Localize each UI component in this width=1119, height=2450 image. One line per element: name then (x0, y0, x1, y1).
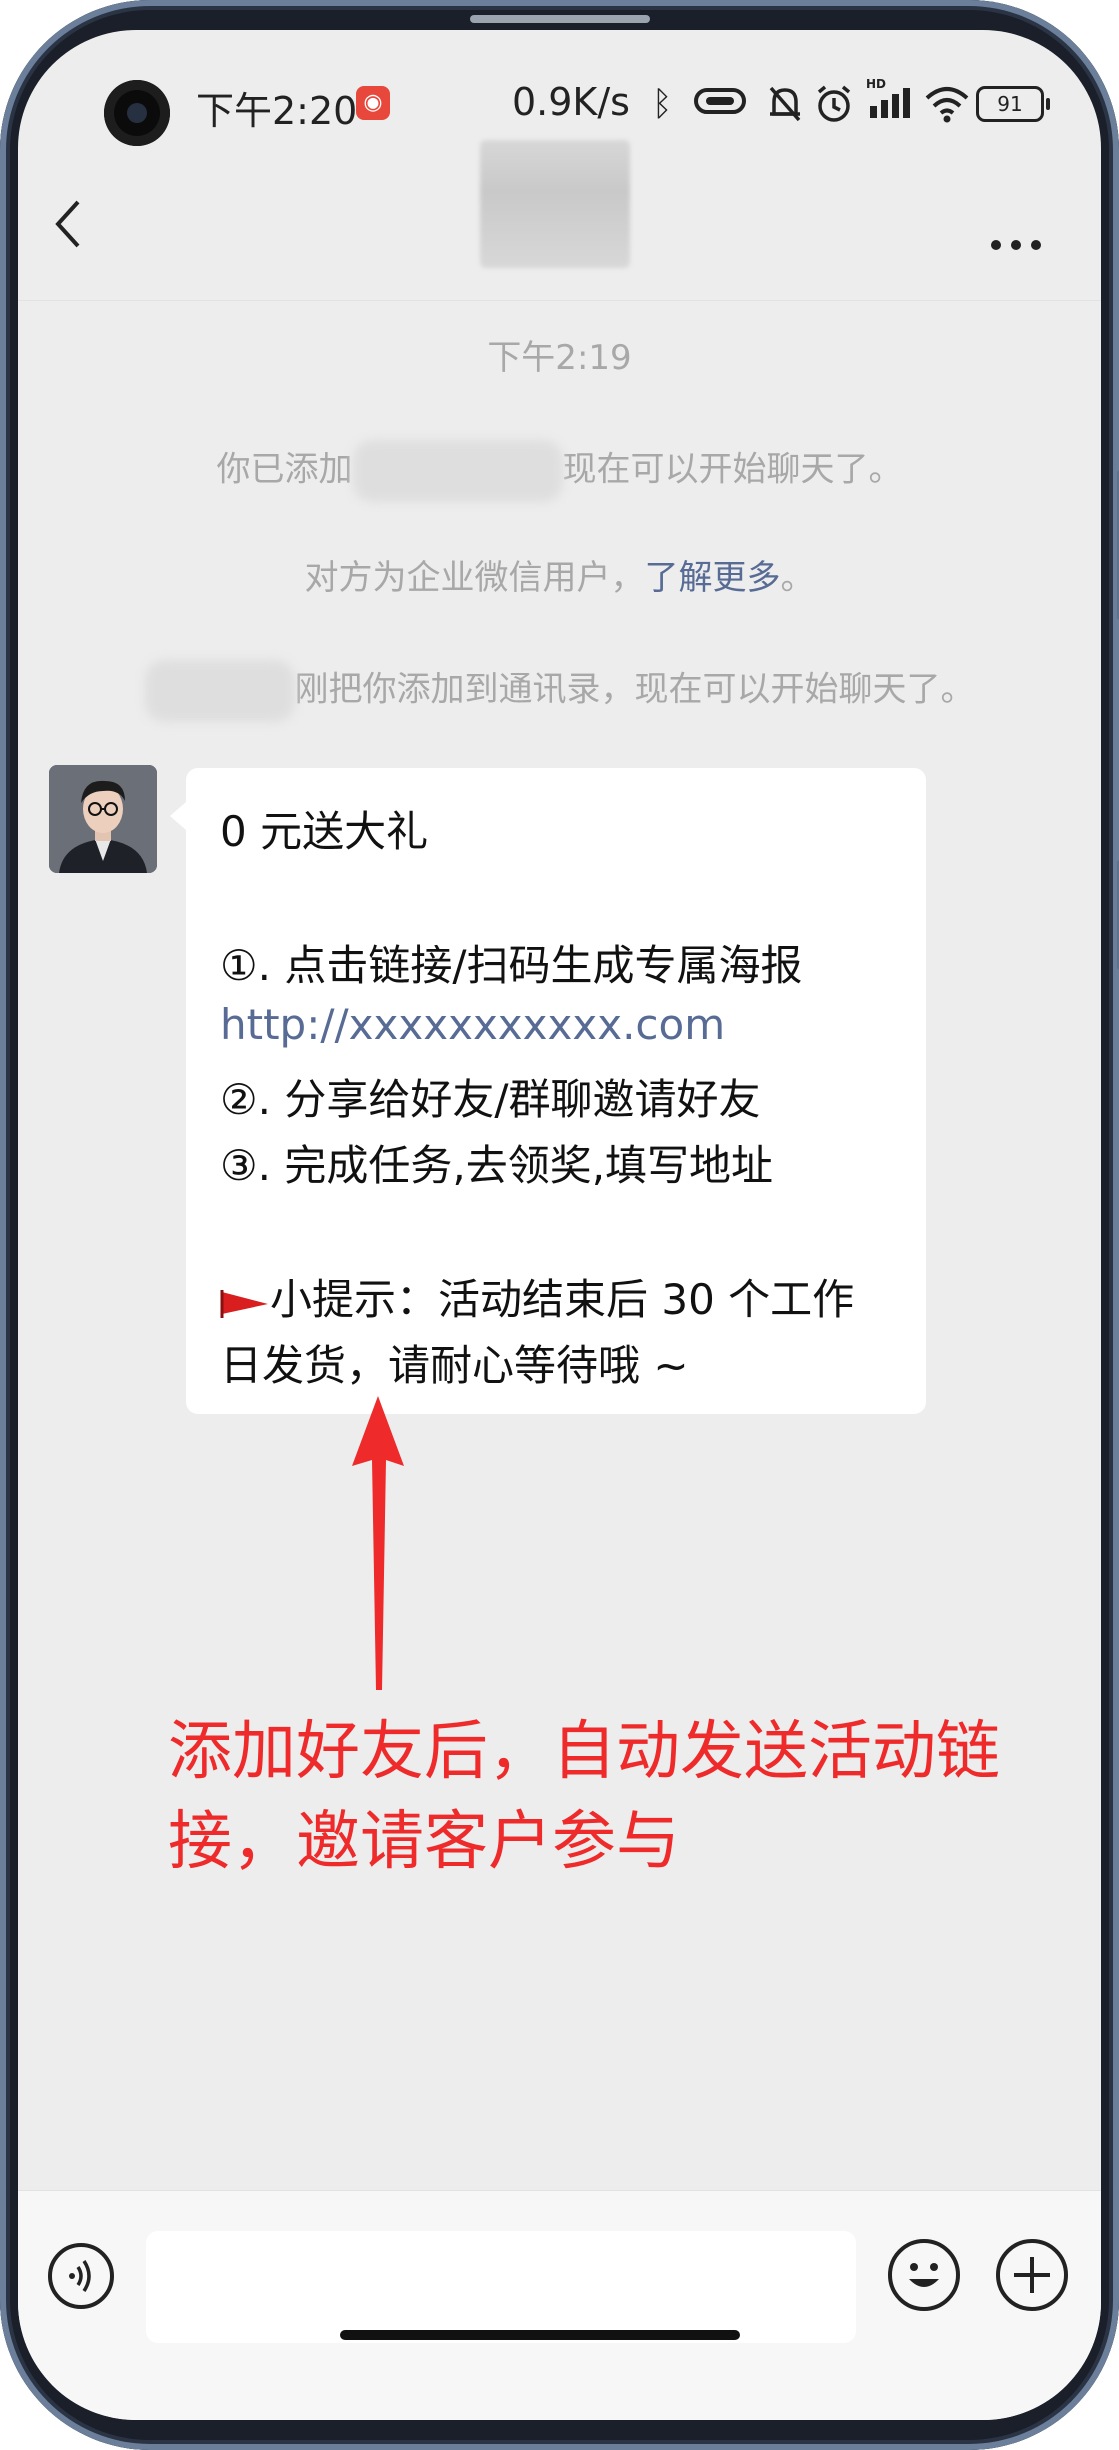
message-line-step3: ③. 完成任务,去领奖,填写地址 (220, 1141, 774, 1190)
message-line-tip-cont: 日发货，请耐心等待哦 ~ (220, 1341, 689, 1390)
input-bar (18, 2190, 1101, 2420)
phone-frame: 下午2:20 ◉ 0.9K/s ᛒ HD 91 下午2:19 你已添加 现在可以… (0, 0, 1119, 2450)
system-message-added: 你已添加 现在可以开始聊天了。 (18, 440, 1101, 502)
status-time: 下午2:20 (196, 89, 358, 133)
chat-title-redacted (480, 140, 630, 268)
add-icon[interactable] (996, 2239, 1068, 2311)
message-line-step1: ①. 点击链接/扫码生成专属海报 (220, 941, 803, 990)
avatar[interactable] (49, 765, 157, 873)
home-indicator (340, 2330, 740, 2340)
message-bubble[interactable]: 0 元送大礼 ①. 点击链接/扫码生成专属海报 http://xxxxxxxxx… (170, 768, 926, 1414)
voice-icon[interactable] (48, 2243, 114, 2309)
speaker-grill (470, 15, 650, 23)
back-icon[interactable] (52, 196, 82, 266)
redacted-name (144, 660, 295, 722)
battery-indicator: 91 (976, 86, 1050, 122)
bluetooth-icon: ᛒ (652, 84, 673, 124)
emoji-icon[interactable] (888, 2239, 960, 2311)
mute-bell-icon (766, 84, 804, 133)
more-icon[interactable] (990, 204, 1042, 264)
screen: 下午2:20 ◉ 0.9K/s ᛒ HD 91 下午2:19 你已添加 现在可以… (18, 30, 1101, 2420)
netease-app-icon: ◉ (356, 86, 390, 120)
redacted-name (352, 440, 563, 502)
alarm-icon (814, 84, 854, 133)
red-flag-icon (220, 1289, 268, 1318)
network-speed: 0.9K/s (512, 80, 630, 124)
signal-icon: HD (866, 76, 918, 131)
message-link[interactable]: http://xxxxxxxxxxx.com (220, 1000, 725, 1049)
message-line-title: 0 元送大礼 (220, 807, 429, 856)
annotation-line2: 接，邀请客户参与 (168, 1805, 680, 1879)
system-message-enterprise: 对方为企业微信用户，了解更多。 (304, 558, 815, 598)
message-line-step2: ②. 分享给好友/群聊邀请好友 (220, 1075, 761, 1124)
timestamp: 下午2:19 (487, 338, 632, 378)
front-camera (104, 80, 170, 146)
annotation-arrow (352, 1396, 404, 1690)
system-message-they-added: 刚把你添加到通讯录，现在可以开始聊天了。 (18, 660, 1101, 722)
message-input[interactable] (146, 2231, 856, 2343)
annotation-line1: 添加好友后，自动发送活动链 (168, 1715, 1000, 1789)
message-line-tip: 小提示：活动结束后 30 个工作 (220, 1266, 854, 1327)
learn-more-link[interactable]: 了解更多 (645, 558, 781, 598)
nfc-icon (694, 84, 746, 127)
wifi-icon (924, 84, 970, 133)
svg-text:HD: HD (866, 77, 886, 91)
